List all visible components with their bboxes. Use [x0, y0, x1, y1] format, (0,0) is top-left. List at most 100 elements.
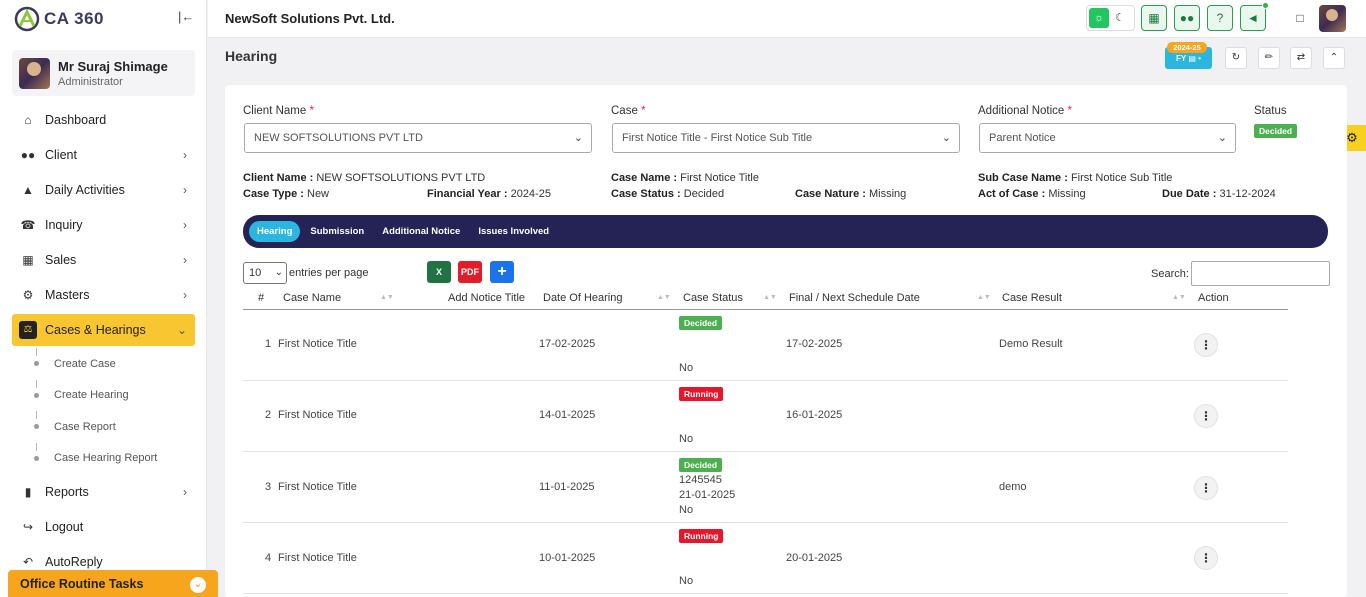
column-header-date-of-hearing[interactable]: Date Of Hearing ▲▼ — [543, 292, 671, 304]
logo-icon — [14, 6, 40, 32]
row-case-result: Demo Result — [999, 338, 1063, 350]
theme-toggle[interactable]: ☼ ☾ — [1086, 5, 1135, 31]
row-status-flag: No — [679, 504, 694, 516]
detail-case-type: Case Type : New — [243, 188, 330, 200]
row-date-of-hearing: 14-01-2025 — [539, 409, 596, 421]
page-size-select[interactable]: 10 ⌄ — [243, 262, 287, 284]
collapse-up-button[interactable]: ⌃ — [1323, 47, 1345, 69]
case-label: Case * — [611, 105, 646, 117]
sidebar-item-inquiry[interactable]: ☎ Inquiry › — [12, 207, 195, 242]
grid-button[interactable]: ▦ — [1141, 5, 1167, 31]
detail-case-status: Case Status : Decided — [611, 188, 725, 200]
fy-selector[interactable]: 2024-25 FY ▤ • — [1165, 42, 1212, 69]
column-header-case-result[interactable]: Case Result ▲▼ — [1002, 292, 1186, 304]
entries-label: entries per page — [289, 267, 369, 279]
announcement-button[interactable]: ◄ — [1240, 2, 1269, 31]
client-name-select[interactable]: NEW SOFTSOLUTIONS PVT LTD ⌄ — [244, 123, 592, 153]
sidebar-subitem-case-report[interactable]: Case Report — [24, 411, 195, 443]
detail-case-name: Case Name : First Notice Title — [611, 172, 759, 184]
more-vertical-icon: ⋮ — [1200, 551, 1212, 565]
additional-notice-select[interactable]: Parent Notice ⌄ — [979, 123, 1236, 153]
phone-icon: ☎ — [20, 217, 36, 232]
topbar-actions: ☼ ☾ ▦ ●● ? ◄ □ — [1086, 2, 1366, 32]
tab-issues-involved[interactable]: Issues Involved — [470, 221, 557, 242]
row-case-status: Running — [679, 529, 724, 543]
row-case-name: First Notice Title — [278, 481, 357, 493]
home-icon: ⌂ — [24, 112, 32, 127]
case-select[interactable]: First Notice Title - First Notice Sub Ti… — [612, 123, 960, 153]
sidebar-subitem-create-hearing[interactable]: Create Hearing — [24, 379, 195, 412]
chat-icon[interactable]: □ — [1287, 5, 1313, 31]
sidebar-item-dashboard[interactable]: ⌂ Dashboard — [12, 102, 195, 137]
sun-icon[interactable]: ☼ — [1089, 8, 1109, 28]
chevron-right-icon: › — [183, 484, 187, 499]
row-case-name: First Notice Title — [278, 409, 357, 421]
search-label: Search: — [1151, 267, 1189, 280]
column-header-action: Action — [1198, 292, 1229, 304]
export-pdf-button[interactable]: PDF — [458, 261, 482, 283]
tab-additional-notice[interactable]: Additional Notice — [374, 221, 468, 242]
app-logo[interactable]: CA 360 — [14, 6, 104, 32]
question-icon: ? — [1216, 11, 1224, 25]
table-header: # Case Name ▲▼ Add Notice Title Date Of H… — [243, 288, 1288, 310]
sort-icon: ▲▼ — [977, 294, 991, 301]
column-header-add-notice-title[interactable]: Add Notice Title — [448, 292, 525, 304]
client-name-label: Client Name * — [243, 105, 314, 117]
column-header-case-name[interactable]: Case Name ▲▼ — [283, 292, 394, 304]
row-case-status: Decided — [679, 316, 723, 330]
table-row: 2 First Notice Title 14-01-2025 Running … — [243, 381, 1288, 452]
sync-icon: ⇄ — [1296, 52, 1306, 63]
row-next-schedule-date: 17-02-2025 — [786, 338, 843, 350]
row-actions-button[interactable]: ⋮ — [1194, 546, 1218, 570]
sort-icon: ▲▼ — [763, 294, 777, 301]
user-card[interactable]: Mr Suraj Shimage Administrator — [12, 50, 195, 96]
row-actions-button[interactable]: ⋮ — [1194, 404, 1218, 428]
user-role: Administrator — [58, 75, 123, 88]
refresh-button[interactable]: ↻ — [1225, 47, 1247, 69]
sidebar-item-reports[interactable]: ▮ Reports › — [12, 474, 195, 509]
sidebar-item-cases-hearings[interactable]: ⚖ Cases & Hearings ⌄ — [12, 314, 195, 346]
chevron-right-icon: › — [183, 217, 187, 232]
sidebar-item-daily-activities[interactable]: ▲ Daily Activities › — [12, 172, 195, 207]
detail-client-name: Client Name : NEW SOFTSOLUTIONS PVT LTD — [243, 172, 486, 184]
column-header-index[interactable]: # — [258, 292, 264, 304]
row-status-flag: No — [679, 575, 694, 587]
export-excel-button[interactable]: X — [427, 261, 451, 283]
row-actions-button[interactable]: ⋮ — [1194, 333, 1218, 357]
sync-button[interactable]: ⇄ — [1290, 47, 1312, 69]
entries-control: 10 ⌄ entries per page — [243, 262, 369, 284]
team-button[interactable]: ●● — [1174, 5, 1200, 31]
office-routine-tasks-bar[interactable]: Office Routine Tasks ⌄ — [8, 570, 218, 597]
moon-icon[interactable]: ☾ — [1109, 8, 1131, 28]
column-header-case-status[interactable]: Case Status ▲▼ — [683, 292, 777, 304]
excel-icon: X — [435, 267, 442, 277]
user-avatar[interactable] — [1319, 4, 1346, 32]
sidebar-item-logout[interactable]: ↪ Logout — [12, 509, 195, 544]
sidebar-item-masters[interactable]: ⚙ Masters › — [12, 277, 195, 312]
column-header-next-schedule-date[interactable]: Final / Next Schedule Date ▲▼ — [789, 292, 991, 304]
fy-label: FY — [1176, 54, 1187, 63]
chevron-up-icon: ⌃ — [1329, 52, 1339, 63]
row-status-flag: No — [679, 433, 694, 445]
add-button[interactable]: + — [490, 261, 514, 283]
help-button[interactable]: ? — [1207, 5, 1233, 31]
detail-act-of-case: Act of Case : Missing — [978, 188, 1086, 200]
row-actions-button[interactable]: ⋮ — [1194, 476, 1218, 500]
sidebar-subitem-case-hearing-report[interactable]: Case Hearing Report — [24, 442, 195, 475]
user-name: Mr Suraj Shimage — [58, 58, 168, 74]
pin-button[interactable]: ✏ — [1258, 47, 1280, 69]
additional-notice-label: Additional Notice * — [978, 105, 1072, 117]
sidebar-item-client[interactable]: ●● Client › — [12, 137, 195, 172]
grid-icon: ▦ — [1148, 11, 1160, 25]
megaphone-icon: ◄ — [1247, 11, 1259, 25]
chevron-right-icon: › — [183, 147, 187, 162]
search-input[interactable] — [1190, 261, 1330, 286]
sidebar-subitem-create-case[interactable]: Create Case — [24, 348, 195, 380]
tab-submission[interactable]: Submission — [302, 221, 372, 242]
collapse-sidebar-icon[interactable]: |← — [178, 9, 194, 24]
detail-sub-case-name: Sub Case Name : First Notice Sub Title — [978, 172, 1173, 184]
page-title: Hearing — [225, 48, 278, 64]
sidebar-item-sales[interactable]: ▦ Sales › — [12, 242, 195, 277]
cash-icon: ▦ — [22, 252, 34, 267]
tab-hearing[interactable]: Hearing — [249, 221, 301, 242]
